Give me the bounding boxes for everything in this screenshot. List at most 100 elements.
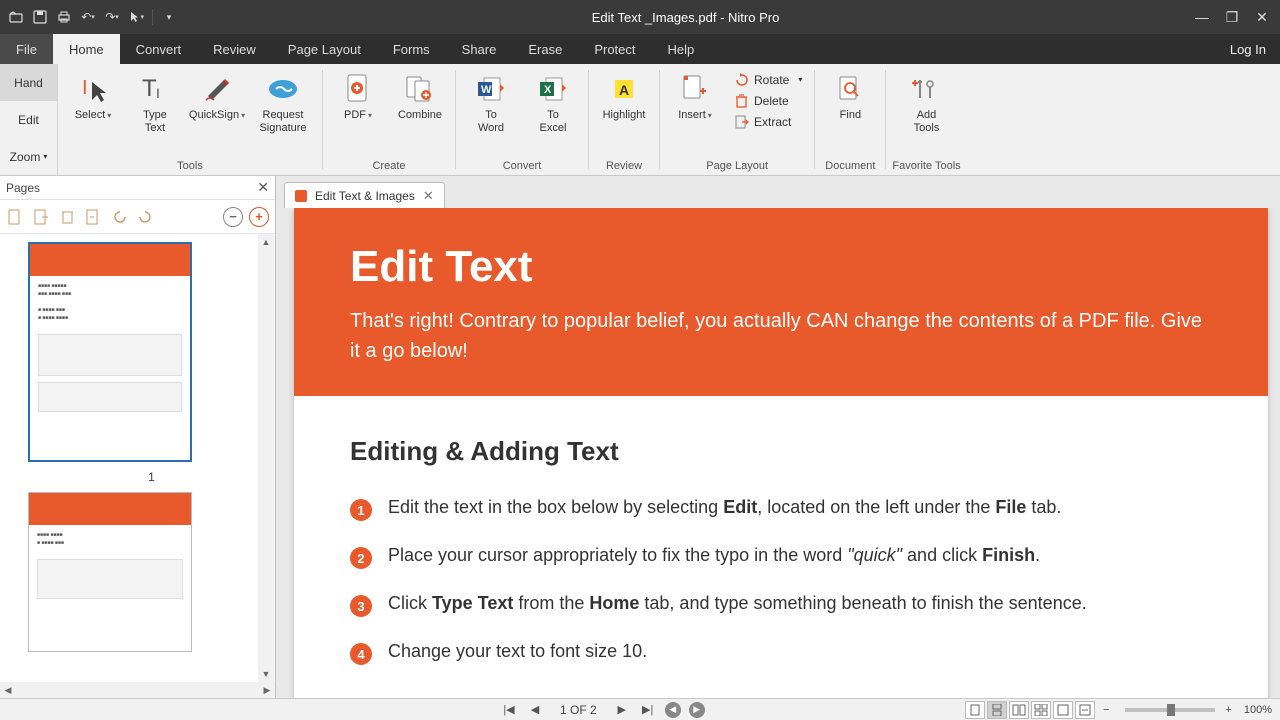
group-convert: W To Word X To Excel Convert <box>456 64 588 175</box>
highlight-button[interactable]: A Highlight <box>595 68 653 122</box>
redo-icon[interactable]: ↷▾ <box>104 9 120 25</box>
thumb-scrollbar[interactable]: ▲ ▼ <box>258 234 274 682</box>
document-area: Edit Text & Images ✕ Edit Text That's ri… <box>276 176 1280 698</box>
find-button[interactable]: Find <box>821 68 879 122</box>
thumb-zoom-out[interactable]: − <box>223 207 243 227</box>
thumb-new-icon[interactable] <box>6 208 24 226</box>
minimize-button[interactable]: — <box>1194 9 1210 25</box>
to-excel-button[interactable]: X To Excel <box>524 68 582 135</box>
open-icon[interactable] <box>8 9 24 25</box>
page-title: Edit Text <box>350 242 1212 292</box>
pages-toolbar: − + <box>0 200 275 234</box>
page-indicator: 1 OF 2 <box>560 703 597 717</box>
tab-file[interactable]: File <box>0 34 53 64</box>
view-facing-button[interactable] <box>1009 701 1029 719</box>
zoom-out-button[interactable]: − <box>1103 704 1109 716</box>
delete-button[interactable]: Delete <box>728 91 808 110</box>
view-fit-width-button[interactable] <box>1075 701 1095 719</box>
thumb-delete-icon[interactable] <box>58 208 76 226</box>
step-2: 2Place your cursor appropriately to fix … <box>350 545 1212 569</box>
last-page-button[interactable]: ▶| <box>639 701 657 719</box>
thumb-extract-icon[interactable] <box>32 208 50 226</box>
thumb-rotate-right-icon[interactable] <box>136 208 154 226</box>
pages-panel-close[interactable]: ✕ <box>257 179 269 196</box>
close-button[interactable]: ✕ <box>1254 9 1270 25</box>
doc-tab-close[interactable]: ✕ <box>423 188 434 204</box>
maximize-button[interactable]: ❐ <box>1224 9 1240 25</box>
to-word-button[interactable]: W To Word <box>462 68 520 135</box>
scroll-left-icon[interactable]: ◀ <box>0 682 16 698</box>
print-icon[interactable] <box>56 9 72 25</box>
extract-icon <box>734 114 749 129</box>
tab-page-layout[interactable]: Page Layout <box>272 34 377 64</box>
quicksign-icon <box>200 72 234 106</box>
tab-review[interactable]: Review <box>197 34 272 64</box>
prev-page-button[interactable]: ◀ <box>526 701 544 719</box>
thumbnail-1-number: 1 <box>28 470 275 484</box>
cursor-tool-icon[interactable]: ▾ <box>128 9 144 25</box>
step-1: 1Edit the text in the box below by selec… <box>350 497 1212 521</box>
view-facing-continuous-button[interactable] <box>1031 701 1051 719</box>
view-continuous-button[interactable] <box>987 701 1007 719</box>
view-fullscreen-button[interactable] <box>1053 701 1073 719</box>
thumbnail-1[interactable]: ■■■■ ■■■■■■■■ ■■■■ ■■■■ ■■■■ ■■■■ ■■■■ ■… <box>28 242 192 462</box>
undo-icon[interactable]: ↶▾ <box>80 9 96 25</box>
group-tools: I Select TI Type Text QuickSign Request … <box>58 64 322 175</box>
add-tools-button[interactable]: Add Tools <box>898 68 956 135</box>
doc-tab-label: Edit Text & Images <box>315 189 415 203</box>
title-bar: ↶▾ ↷▾ ▾ ▾ Edit Text _Images.pdf - Nitro … <box>0 0 1280 34</box>
thumb-zoom-in[interactable]: + <box>249 207 269 227</box>
doc-tab-icon <box>295 190 307 202</box>
group-favorite-tools: Add Tools Favorite Tools <box>886 64 966 175</box>
rotate-button[interactable]: Rotate▾ <box>728 70 808 89</box>
mode-hand[interactable]: Hand <box>0 64 57 101</box>
add-tools-icon <box>910 72 944 106</box>
select-icon: I <box>76 72 110 106</box>
tab-help[interactable]: Help <box>652 34 711 64</box>
thumb-hscrollbar[interactable]: ◀ ▶ <box>0 682 275 698</box>
scroll-down-icon[interactable]: ▼ <box>258 666 274 682</box>
page-subtitle: That's right! Contrary to popular belief… <box>350 306 1212 366</box>
mode-edit[interactable]: Edit <box>0 101 57 138</box>
tab-share[interactable]: Share <box>446 34 513 64</box>
document-tab[interactable]: Edit Text & Images ✕ <box>284 182 445 208</box>
pdf-button[interactable]: PDF <box>329 68 387 122</box>
combine-button[interactable]: Combine <box>391 68 449 122</box>
nav-back-button[interactable]: ◀ <box>665 702 681 718</box>
select-button[interactable]: I Select <box>64 68 122 122</box>
thumbnails: ■■■■ ■■■■■■■■ ■■■■ ■■■■ ■■■■ ■■■■ ■■■■ ■… <box>0 234 275 682</box>
zoom-in-button[interactable]: + <box>1225 704 1231 716</box>
pages-panel-title: Pages <box>6 181 40 195</box>
group-review: A Highlight Review <box>589 64 659 175</box>
thumb-rotate-left-icon[interactable] <box>110 208 128 226</box>
scroll-up-icon[interactable]: ▲ <box>258 234 274 250</box>
save-icon[interactable] <box>32 9 48 25</box>
tab-erase[interactable]: Erase <box>512 34 578 64</box>
login-button[interactable]: Log In <box>1216 34 1280 64</box>
insert-button[interactable]: Insert <box>666 68 724 122</box>
delete-icon <box>734 93 749 108</box>
view-single-button[interactable] <box>965 701 985 719</box>
tab-forms[interactable]: Forms <box>377 34 446 64</box>
quicksign-button[interactable]: QuickSign <box>188 68 246 122</box>
zoom-slider[interactable] <box>1125 708 1215 712</box>
group-document: Find Document <box>815 64 885 175</box>
mode-zoom[interactable]: Zoom▾ <box>0 138 57 175</box>
zoom-level: 100% <box>1244 704 1272 716</box>
scroll-right-icon[interactable]: ▶ <box>259 682 275 698</box>
extract-button[interactable]: Extract <box>728 112 808 131</box>
nav-forward-button[interactable]: ▶ <box>689 702 705 718</box>
tab-convert[interactable]: Convert <box>120 34 198 64</box>
qat-customize-icon[interactable]: ▾ <box>161 9 177 25</box>
tab-protect[interactable]: Protect <box>578 34 651 64</box>
tab-home[interactable]: Home <box>53 34 120 64</box>
next-page-button[interactable]: ▶ <box>613 701 631 719</box>
first-page-button[interactable]: |◀ <box>500 701 518 719</box>
type-text-button[interactable]: TI Type Text <box>126 68 184 135</box>
thumbnail-2[interactable]: ■■■■ ■■■■■ ■■■■ ■■■ <box>28 492 192 652</box>
combine-icon <box>403 72 437 106</box>
step-3: 3Click Type Text from the Home tab, and … <box>350 593 1212 617</box>
page-view[interactable]: Edit Text That's right! Contrary to popu… <box>294 208 1268 698</box>
request-signature-button[interactable]: Request Signature <box>250 68 316 135</box>
thumb-replace-icon[interactable] <box>84 208 102 226</box>
